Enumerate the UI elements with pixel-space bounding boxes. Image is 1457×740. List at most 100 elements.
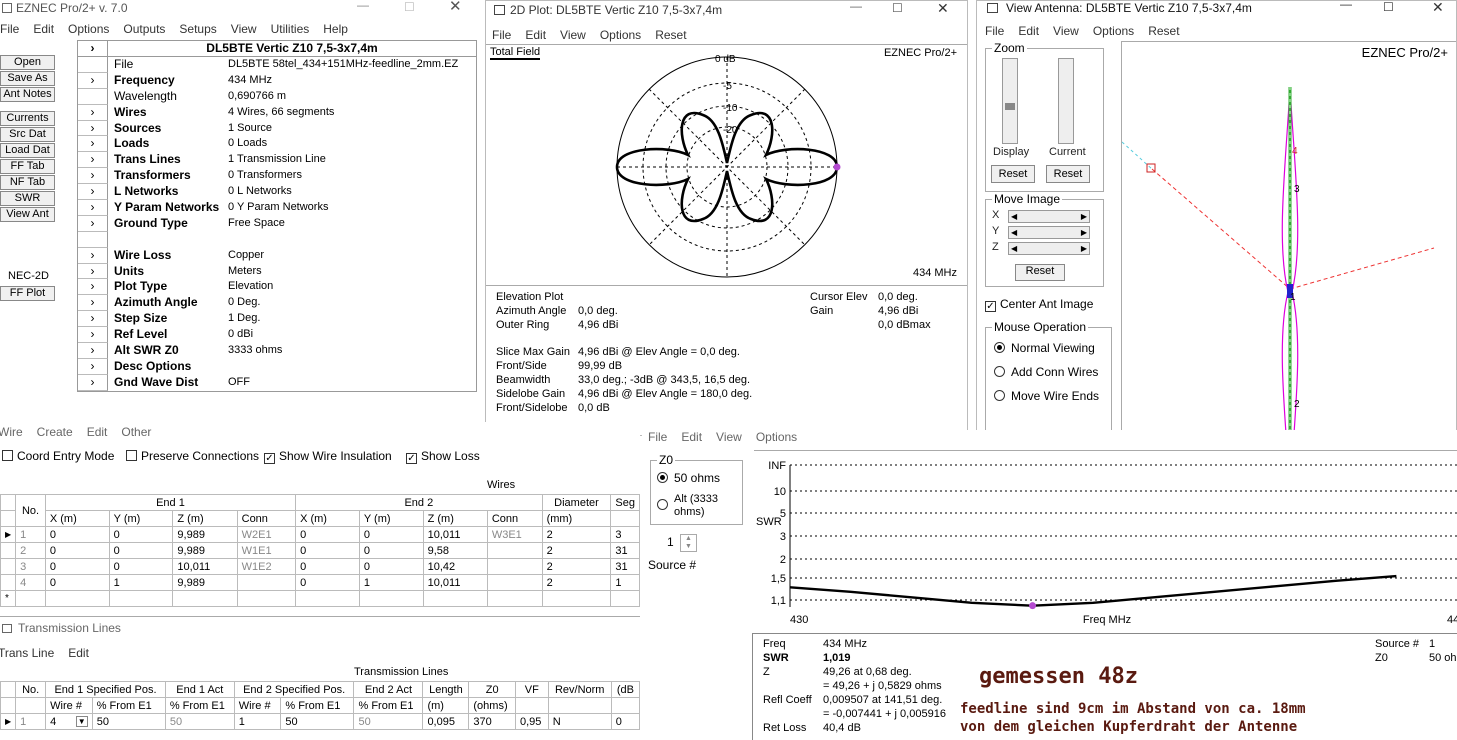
tl-cell[interactable]: 1 <box>233 713 282 730</box>
row-arrow[interactable]: › <box>78 327 108 344</box>
menu-item[interactable]: View <box>560 28 586 42</box>
control-row[interactable]: › Ground Type Free Space <box>78 215 476 232</box>
menu-item[interactable]: Utilities <box>271 22 310 36</box>
wire-cell[interactable]: 0 <box>295 574 360 591</box>
source-spinner[interactable]: ▲ ▼ <box>680 534 697 552</box>
current-slider[interactable] <box>1058 58 1074 144</box>
wire-option-checkbox[interactable]: Coord Entry Mode <box>2 449 114 463</box>
row-arrow[interactable]: › <box>78 215 108 232</box>
row-arrow[interactable] <box>78 57 108 73</box>
empty-cell[interactable] <box>108 590 174 607</box>
menu-item[interactable]: File <box>0 22 19 36</box>
wire-cell[interactable] <box>236 574 297 591</box>
table-row[interactable]: ▶ 1 0 0 9,989 W2E1 0 0 10,011 W3E1 2 3 <box>0 526 640 543</box>
wire-cell[interactable]: 9,989 <box>172 542 238 559</box>
wire-option-checkbox[interactable]: ✓ Show Wire Insulation <box>264 449 392 464</box>
empty-cell[interactable] <box>295 590 360 607</box>
row-arrow[interactable] <box>78 88 108 105</box>
empty-cell[interactable] <box>486 590 543 607</box>
move-slider[interactable]: ◀ ▶ <box>1008 242 1090 255</box>
wire-cell[interactable] <box>486 542 543 559</box>
control-row[interactable] <box>78 231 476 248</box>
row-arrow[interactable]: › <box>78 343 108 359</box>
close-icon[interactable]: ✕ <box>937 1 949 17</box>
menu-item[interactable]: Create <box>37 425 73 439</box>
table-row[interactable]: ▶ 1 4 ▼ 50 50 1 50 50 0,095 370 0,95 N 0 <box>0 713 640 730</box>
maximize-icon[interactable]: ☐ <box>892 1 903 15</box>
control-row[interactable]: › L Networks 0 L Networks <box>78 184 476 201</box>
wire-cell[interactable]: 9,58 <box>422 542 488 559</box>
minimize-icon[interactable]: — <box>1340 1 1352 11</box>
wire-cell[interactable]: 0 <box>295 542 360 559</box>
tl-cell[interactable]: 50 <box>164 713 235 730</box>
row-arrow[interactable]: › <box>78 279 108 296</box>
empty-cell[interactable] <box>541 590 612 607</box>
menu-item[interactable]: Edit <box>33 22 54 36</box>
main-button-1[interactable]: Save As <box>0 71 55 86</box>
row-arrow[interactable]: › <box>78 295 108 312</box>
row-arrow[interactable]: › <box>78 120 108 137</box>
menu-item[interactable]: Edit <box>87 425 108 439</box>
tl-cell[interactable]: 50 <box>91 713 166 730</box>
control-row[interactable]: Wavelength 0,690766 m <box>78 88 476 105</box>
wire-cell[interactable]: 31 <box>610 542 640 559</box>
minimize-icon[interactable]: — <box>357 0 369 12</box>
move-slider[interactable]: ◀ ▶ <box>1008 226 1090 239</box>
wire-cell[interactable]: 2 <box>15 542 46 559</box>
row-selector[interactable] <box>0 558 17 575</box>
menu-item[interactable]: Edit <box>68 646 89 660</box>
control-row[interactable]: › Desc Options <box>78 358 476 375</box>
tl-cell[interactable]: 370 <box>468 713 516 730</box>
empty-cell[interactable] <box>422 590 488 607</box>
row-arrow[interactable]: › <box>78 263 108 280</box>
close-icon[interactable]: ✕ <box>1432 1 1444 16</box>
wire-option-checkbox[interactable]: Preserve Connections <box>126 449 259 463</box>
menu-item[interactable]: Help <box>323 22 348 36</box>
wire-cell[interactable]: 10,42 <box>422 558 488 575</box>
wire-cell[interactable]: 0 <box>44 558 110 575</box>
row-arrow[interactable]: › <box>78 168 108 185</box>
menu-item[interactable]: File <box>648 430 667 444</box>
tl-cell[interactable]: N <box>547 713 612 730</box>
wire-cell[interactable]: 2 <box>541 526 612 543</box>
chevron-down-icon[interactable]: ▼ <box>75 715 88 727</box>
row-arrow[interactable]: › <box>78 184 108 201</box>
control-row[interactable]: › Transformers 0 Transformers <box>78 168 476 185</box>
menu-item[interactable]: Other <box>121 425 151 439</box>
display-slider[interactable] <box>1002 58 1018 144</box>
z0-50-option[interactable]: 50 ohms <box>657 471 720 485</box>
menu-item[interactable]: Options <box>68 22 109 36</box>
control-row[interactable]: › Wire Loss Copper <box>78 247 476 264</box>
control-row[interactable]: › Sources 1 Source <box>78 120 476 137</box>
main-button-3[interactable]: Currents <box>0 111 55 126</box>
new-row[interactable]: * <box>0 590 640 607</box>
move-slider[interactable]: ◀ ▶ <box>1008 210 1090 223</box>
control-row[interactable]: › Frequency 434 MHz <box>78 72 476 89</box>
table-row[interactable]: 4 0 1 9,989 0 1 10,011 2 1 <box>0 574 640 591</box>
main-button-7[interactable]: NF Tab <box>0 175 55 190</box>
row-arrow[interactable]: › <box>78 136 108 153</box>
wire-cell[interactable]: 4 <box>15 574 46 591</box>
tl-cell[interactable]: 1 <box>15 713 47 730</box>
menu-item[interactable]: View <box>1053 24 1079 38</box>
wire-cell[interactable]: 0 <box>108 558 174 575</box>
menu-item[interactable]: View <box>716 430 742 444</box>
menu-item[interactable]: Options <box>756 430 797 444</box>
row-selector[interactable]: ▶ <box>0 526 17 543</box>
maximize-icon[interactable]: ☐ <box>1383 1 1394 14</box>
row-arrow[interactable]: › <box>78 72 108 89</box>
control-row[interactable]: › Azimuth Angle 0 Deg. <box>78 295 476 312</box>
wire-cell[interactable]: 3 <box>610 526 640 543</box>
table-row[interactable]: 2 0 0 9,989 W1E1 0 0 9,58 2 31 <box>0 542 640 559</box>
control-row[interactable]: › Units Meters <box>78 263 476 280</box>
wire-cell[interactable]: 2 <box>541 558 612 575</box>
menu-item[interactable]: Edit <box>681 430 702 444</box>
empty-cell[interactable] <box>236 590 297 607</box>
wire-cell[interactable]: 0 <box>358 558 424 575</box>
menu-item[interactable]: File <box>985 24 1004 38</box>
control-row[interactable]: › Y Param Networks 0 Y Param Networks <box>78 200 476 216</box>
menu-item[interactable]: View <box>231 22 257 36</box>
wire-cell[interactable]: 1 <box>108 574 174 591</box>
wire-cell[interactable] <box>486 574 543 591</box>
row-arrow[interactable]: › <box>78 374 108 391</box>
